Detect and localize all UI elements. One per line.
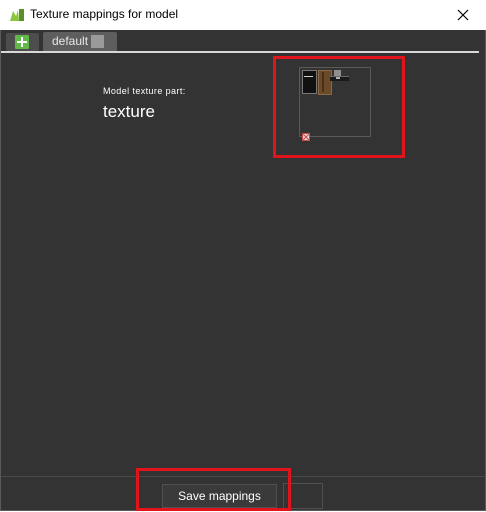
tab-divider <box>1 51 479 53</box>
window-title: Texture mappings for model <box>30 7 179 21</box>
mcreator-icon <box>9 7 25 23</box>
texture-part-name: texture <box>103 102 155 121</box>
add-tab-button[interactable] <box>6 33 39 51</box>
tab-close-icon[interactable] <box>91 35 104 48</box>
close-icon <box>457 9 469 21</box>
save-button-highlight-box <box>136 468 291 511</box>
title-bar: Texture mappings for model <box>0 0 486 30</box>
texture-part-caption: Model texture part: <box>103 86 186 96</box>
dialog-content: default Model texture part: texture Save… <box>0 30 486 511</box>
tab-label: default <box>52 34 89 48</box>
tab-default[interactable]: default <box>43 32 117 51</box>
plus-icon <box>15 35 29 49</box>
texture-mappings-window: Texture mappings for model default Model… <box>0 0 486 512</box>
texture-highlight-box <box>273 56 405 158</box>
close-button[interactable] <box>440 0 486 30</box>
tab-strip: default <box>1 30 485 53</box>
